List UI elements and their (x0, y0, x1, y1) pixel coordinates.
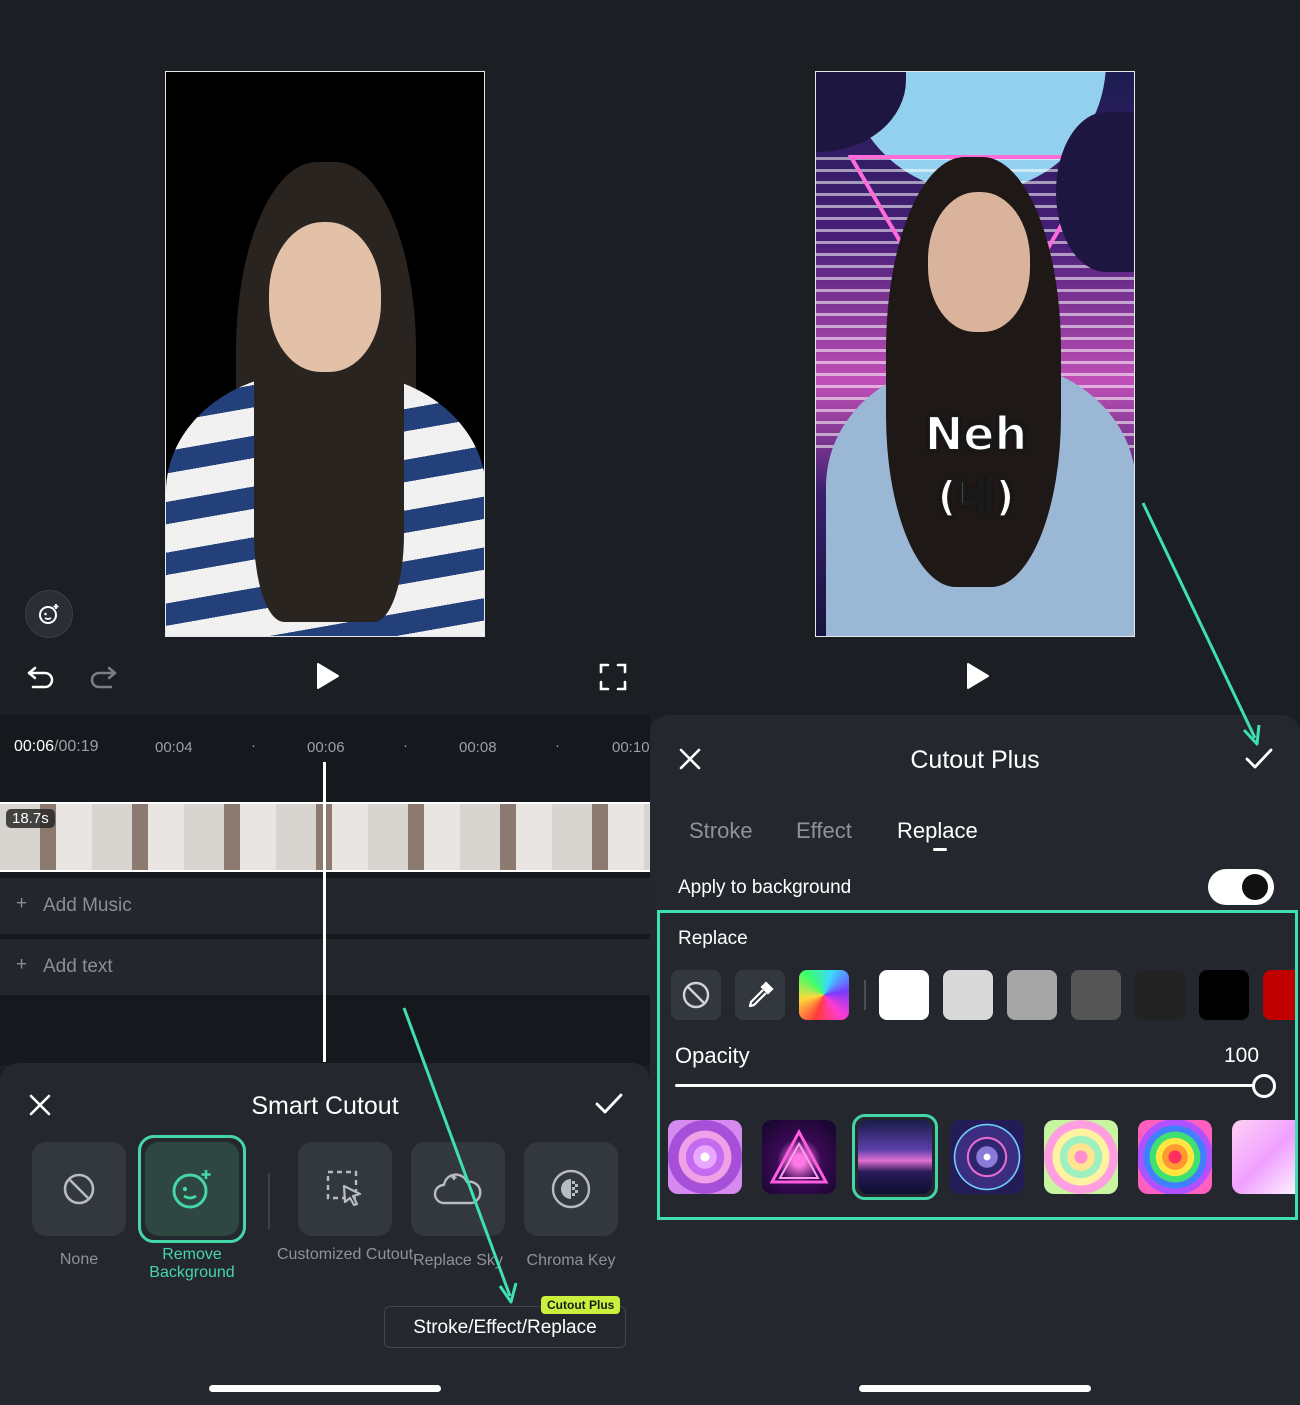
tool-remove-background-label: Remove Background (149, 1246, 235, 1281)
redo-button[interactable] (87, 660, 119, 692)
customized-cutout-icon (326, 1170, 362, 1207)
tool-remove-background-tile (145, 1142, 239, 1236)
tab-effect[interactable]: Effect (796, 818, 852, 844)
swatch-color-picker[interactable] (799, 970, 849, 1020)
checkmark-icon (1245, 748, 1273, 769)
prohibit-icon (682, 981, 710, 1009)
add-music-label: Add Music (43, 895, 132, 916)
bg-thumb-rainbow-heart[interactable] (1138, 1120, 1212, 1194)
neon-triangle-art (769, 1128, 829, 1184)
bg-thumb-synthwave-selected[interactable] (852, 1114, 938, 1200)
confirm-button[interactable] (1244, 746, 1274, 772)
replace-section-title: Replace (678, 928, 748, 949)
bg-thumb-pink-swirl[interactable] (1232, 1120, 1295, 1194)
swatch-none[interactable] (671, 970, 721, 1020)
sparkle-face-icon (39, 604, 59, 624)
caption-line-2: (네) (936, 471, 1015, 522)
video-preview-left (165, 71, 485, 637)
play-icon (317, 663, 339, 689)
tool-none[interactable] (32, 1142, 126, 1236)
cloud-icon (433, 1173, 482, 1205)
ruler-dot: · (403, 737, 408, 754)
clip-duration-badge: 18.7s (6, 809, 55, 828)
caption-text: Neh (네) (816, 406, 1134, 524)
bg-thumb-pastel-heart[interactable] (1044, 1120, 1118, 1194)
bg-thumb-neon-tunnel[interactable] (950, 1120, 1024, 1194)
play-icon (967, 663, 989, 689)
replace-section: Replace Opacity 100 (657, 910, 1298, 1220)
play-button-right[interactable] (960, 660, 992, 692)
fullscreen-icon (599, 663, 627, 691)
sheet-title: Cutout Plus (910, 746, 1040, 774)
timecode: 00:06/00:19 (14, 738, 99, 756)
swatch-charcoal[interactable] (1135, 970, 1185, 1020)
toggle-knob (1242, 874, 1268, 900)
playhead[interactable] (323, 762, 326, 1062)
play-button-left[interactable] (310, 660, 342, 692)
left-screen: 00:06/00:19 00:04 · 00:06 · 00:08 · 00:1… (0, 0, 650, 1405)
apply-to-background-toggle[interactable] (1208, 869, 1274, 905)
eyedropper-icon (748, 981, 774, 1008)
opacity-label: Opacity (675, 1043, 750, 1068)
tool-customized-cutout[interactable] (298, 1142, 392, 1236)
ai-assist-button[interactable] (25, 590, 73, 638)
home-indicator (859, 1385, 1091, 1392)
ruler-mark: 00:10 (612, 739, 650, 756)
tool-replace-sky[interactable] (411, 1142, 505, 1236)
confirm-button[interactable] (594, 1091, 624, 1117)
opacity-value: 100 (1224, 1044, 1260, 1067)
cutout-plus-sheet: Cutout Plus Stroke Effect Replace Apply … (650, 715, 1300, 1405)
apply-to-background-label: Apply to background (678, 877, 852, 898)
eyedropper-button[interactable] (735, 970, 785, 1020)
timeline: 00:06/00:19 00:04 · 00:06 · 00:08 · 00:1… (0, 715, 650, 1065)
synthwave-art (858, 1120, 932, 1194)
bg-thumb-neon-triangle[interactable] (762, 1120, 836, 1194)
add-text-label: Add text (43, 956, 113, 977)
video-preview-right: Neh (네) (815, 71, 1135, 637)
active-tab-indicator (933, 848, 947, 851)
tool-chroma-key-label: Chroma Key (526, 1252, 616, 1269)
ruler-mark: 00:08 (459, 739, 497, 756)
tool-chroma-key[interactable] (524, 1142, 618, 1236)
cutout-plus-badge: Cutout Plus (541, 1296, 621, 1314)
tool-divider (268, 1173, 270, 1229)
chroma-key-icon (551, 1169, 591, 1209)
undo-icon (27, 666, 54, 689)
opacity-slider-thumb[interactable] (1252, 1074, 1276, 1098)
ruler-mark: 00:06 (307, 739, 345, 756)
add-text-plus-icon: + (16, 954, 28, 975)
swatch-divider (864, 980, 866, 1010)
checkmark-icon (595, 1093, 623, 1114)
stroke-effect-replace-label: Stroke/Effect/Replace (413, 1317, 597, 1338)
timecode-current: 00:06 (14, 738, 55, 755)
swatch-red[interactable] (1263, 970, 1295, 1020)
swatch-light-gray[interactable] (943, 970, 993, 1020)
ruler-mark: 00:04 (155, 739, 193, 756)
tab-stroke[interactable]: Stroke (689, 818, 753, 844)
right-screen: Neh (네) Cutout Plus Stroke Effect Replac… (650, 0, 1300, 1405)
undo-button[interactable] (25, 660, 57, 692)
swatch-dark-gray[interactable] (1071, 970, 1121, 1020)
ruler-dot: · (555, 737, 560, 754)
tool-remove-background[interactable] (138, 1135, 246, 1243)
person-face (928, 192, 1030, 332)
add-music-plus-icon: + (16, 893, 28, 914)
opacity-slider-track[interactable] (675, 1084, 1265, 1087)
prohibit-icon (63, 1173, 95, 1205)
smart-cutout-sheet: Smart Cutout None Remove Background Cust… (0, 1063, 650, 1405)
swatch-black[interactable] (1199, 970, 1249, 1020)
bg-thumb-butterfly[interactable] (668, 1120, 742, 1194)
caption-line-1: Neh (924, 406, 1028, 462)
swatch-gray[interactable] (1007, 970, 1057, 1020)
ruler-dot: · (251, 737, 256, 754)
home-indicator (209, 1385, 441, 1392)
redo-icon (90, 666, 117, 689)
tab-replace[interactable]: Replace (897, 818, 978, 844)
remove-background-icon (172, 1170, 211, 1209)
swatch-white[interactable] (879, 970, 929, 1020)
fullscreen-button[interactable] (598, 662, 628, 692)
timecode-total: /00:19 (54, 738, 99, 755)
person-face (269, 222, 381, 372)
sheet-title: Smart Cutout (251, 1092, 399, 1120)
